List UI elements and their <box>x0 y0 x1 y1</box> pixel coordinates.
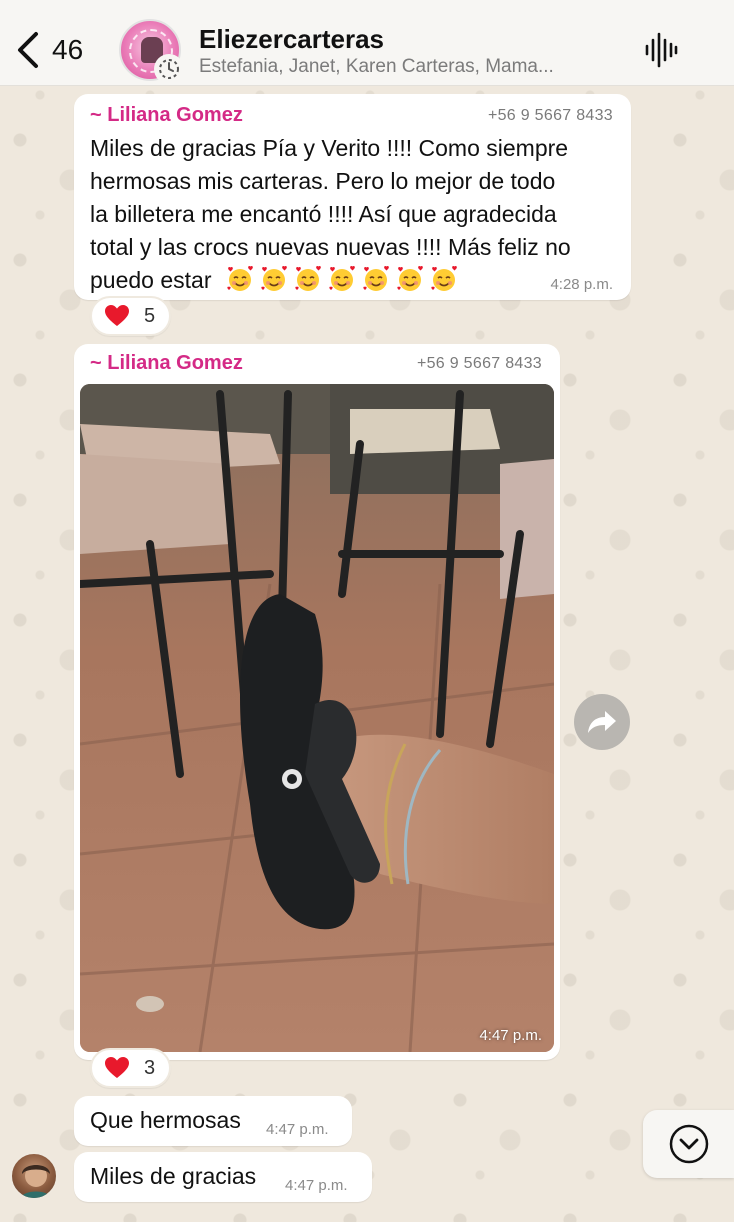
smiling-face-with-hearts-icon <box>397 265 423 291</box>
smiling-face-with-hearts-icon <box>261 265 287 291</box>
chat-header: 46 Eliezercarteras Estefania, Janet, Kar… <box>0 0 734 86</box>
heart-icon <box>105 1057 129 1078</box>
sender-avatar[interactable] <box>10 1152 58 1200</box>
smiling-face-with-hearts-icon <box>295 265 321 291</box>
reaction-badge[interactable]: 3 <box>90 1048 172 1088</box>
back-button[interactable]: 46 <box>14 28 83 72</box>
scroll-to-bottom-button[interactable] <box>643 1110 734 1178</box>
message-line: total y las crocs nuevas nuevas !!!! Más… <box>90 234 571 260</box>
heart-icon <box>105 305 129 326</box>
photo-time: 4:47 p.m. <box>479 1027 542 1044</box>
unread-count: 46 <box>52 34 84 65</box>
community-badge-icon <box>154 54 184 84</box>
smiling-face-with-hearts-icon <box>329 265 355 291</box>
sender-phone: +56 9 5667 8433 <box>416 355 542 372</box>
message-bubble[interactable]: Miles de gracias 4:47 p.m. <box>74 1152 372 1202</box>
group-members[interactable]: Estefania, Janet, Karen Carteras, Mama..… <box>199 56 554 78</box>
message-text: Que hermosas <box>90 1107 241 1133</box>
smiling-face-with-hearts-icon <box>431 265 457 291</box>
sender-name[interactable]: ~ Liliana Gomez <box>90 104 243 127</box>
shared-photo[interactable]: 4:47 p.m. <box>80 384 554 1052</box>
forward-button[interactable] <box>574 694 630 750</box>
message-line: la billetera me encantó !!!! Así que agr… <box>90 201 557 227</box>
sender-name[interactable]: ~ Liliana Gomez <box>90 352 243 375</box>
message-text: Miles de gracias Pía y Verito !!!! Como … <box>90 132 620 297</box>
message-line: hermosas mis carteras. Pero lo mejor de … <box>90 168 556 194</box>
voice-waveform-icon[interactable] <box>643 32 679 68</box>
message-line: puedo estar <box>90 267 212 293</box>
chevron-down-circle-icon <box>669 1124 708 1164</box>
sender-phone: +56 9 5667 8433 <box>487 107 613 124</box>
message-line: Miles de gracias Pía y Verito !!!! Como … <box>90 135 569 161</box>
message-line-last: puedo estar <box>90 264 620 297</box>
chevron-left-icon <box>18 32 38 68</box>
message-bubble[interactable]: Que hermosas 4:47 p.m. <box>74 1096 352 1146</box>
reaction-badge[interactable]: 5 <box>90 296 172 336</box>
message-text: Miles de gracias <box>90 1163 257 1189</box>
smiling-face-with-hearts-icon <box>363 265 389 291</box>
message-time: 4:47 p.m. <box>285 1177 348 1194</box>
smiling-face-with-hearts-icon <box>227 265 253 291</box>
group-title[interactable]: Eliezercarteras <box>199 24 384 55</box>
message-bubble[interactable]: ~ Liliana Gomez +56 9 5667 8433 Miles de… <box>74 94 631 300</box>
message-time: 4:28 p.m. <box>550 276 613 293</box>
forward-arrow-icon <box>588 711 616 733</box>
photo-image <box>80 384 554 1052</box>
reaction-count: 3 <box>144 1056 156 1079</box>
emoji-row <box>226 265 464 293</box>
reaction-count: 5 <box>144 304 156 327</box>
message-time: 4:47 p.m. <box>266 1121 329 1138</box>
